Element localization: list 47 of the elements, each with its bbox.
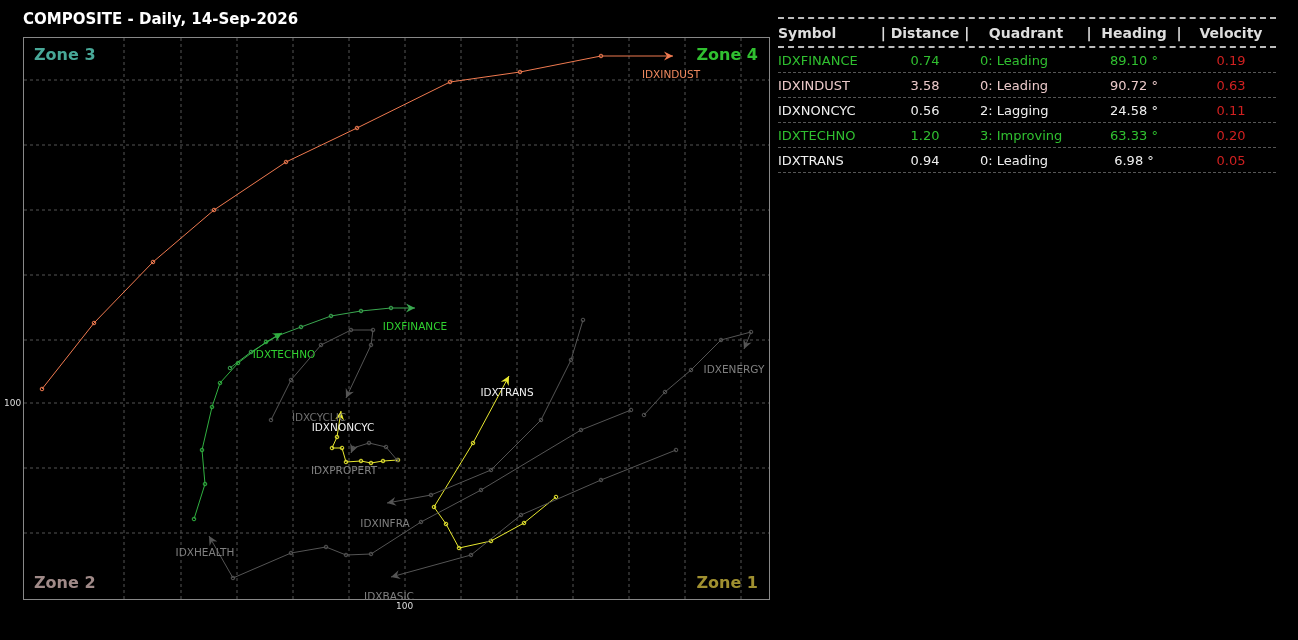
table-cell-text: 0.20 <box>1215 127 1247 143</box>
table-cell-text: 0.63 <box>1215 77 1247 93</box>
table-cell-text: 0: Leading <box>979 152 1050 168</box>
column-header: Quadrant <box>987 24 1065 41</box>
series-label: IDXBASIC <box>364 590 414 602</box>
table-cell-text: 0.11 <box>1215 102 1247 118</box>
table-cell-text: IDXNONCYC <box>778 102 857 118</box>
table-cell-text: 89.10 ° <box>1109 52 1159 68</box>
table-cell-text: 3: Improving <box>979 127 1064 143</box>
table-cell-text: IDXFINANCE <box>778 52 859 68</box>
table-cell-text: 24.58 ° <box>1109 102 1159 118</box>
table-cell-text: 3.58 <box>909 77 941 93</box>
series-label: IDXINFRA <box>360 517 410 529</box>
table-cell-text: IDXTRANS <box>778 152 845 168</box>
column-header: Symbol <box>778 24 838 41</box>
table-cell-text: 1.20 <box>909 127 941 143</box>
table-cell-text: 6.98 ° <box>1113 152 1155 168</box>
series-label: IDXENERGY <box>703 363 765 375</box>
column-header: | Heading | <box>1085 24 1183 41</box>
series-label: IDXINDUST <box>641 68 701 80</box>
zone-label: Zone 2 <box>34 573 96 592</box>
axis-tick-label: 100 <box>4 398 22 408</box>
series-label: IDXFINANCE <box>382 320 448 332</box>
series-label: IDXPROPERT <box>310 464 378 476</box>
table-cell-text: 0.56 <box>909 102 941 118</box>
table-cell-text: 2: Lagging <box>979 102 1050 118</box>
column-header: | Distance | <box>880 24 970 41</box>
zone-label: Zone 3 <box>34 45 96 64</box>
table-cell-text: IDXINDUST <box>778 77 852 93</box>
series-label: IDXTECHNO <box>252 348 316 360</box>
table-cell-text: 0: Leading <box>979 77 1050 93</box>
table-cell-text: 0.19 <box>1215 52 1247 68</box>
table-cell-text: IDXTECHNO <box>778 127 857 143</box>
chart-title: COMPOSITE - Daily, 14-Sep-2026 <box>23 10 300 30</box>
table-cell-text: 90.72 ° <box>1109 77 1159 93</box>
table-cell-text: 0: Leading <box>979 52 1050 68</box>
axis-tick-label: 100 <box>396 601 414 611</box>
table-cell-text: 63.33 ° <box>1109 127 1159 143</box>
zone-label: Zone 1 <box>696 573 758 592</box>
table-cell-text: 0.94 <box>909 152 941 168</box>
table-cell-text: 0.05 <box>1215 152 1247 168</box>
zone-label: Zone 4 <box>696 45 758 64</box>
series-label: IDXNONCYC <box>311 421 375 433</box>
column-header: Velocity <box>1198 24 1264 41</box>
series-label: IDXTRANS <box>480 386 534 398</box>
series-label: IDXHEALTH <box>175 546 235 558</box>
table-cell-text: 0.74 <box>909 52 941 68</box>
